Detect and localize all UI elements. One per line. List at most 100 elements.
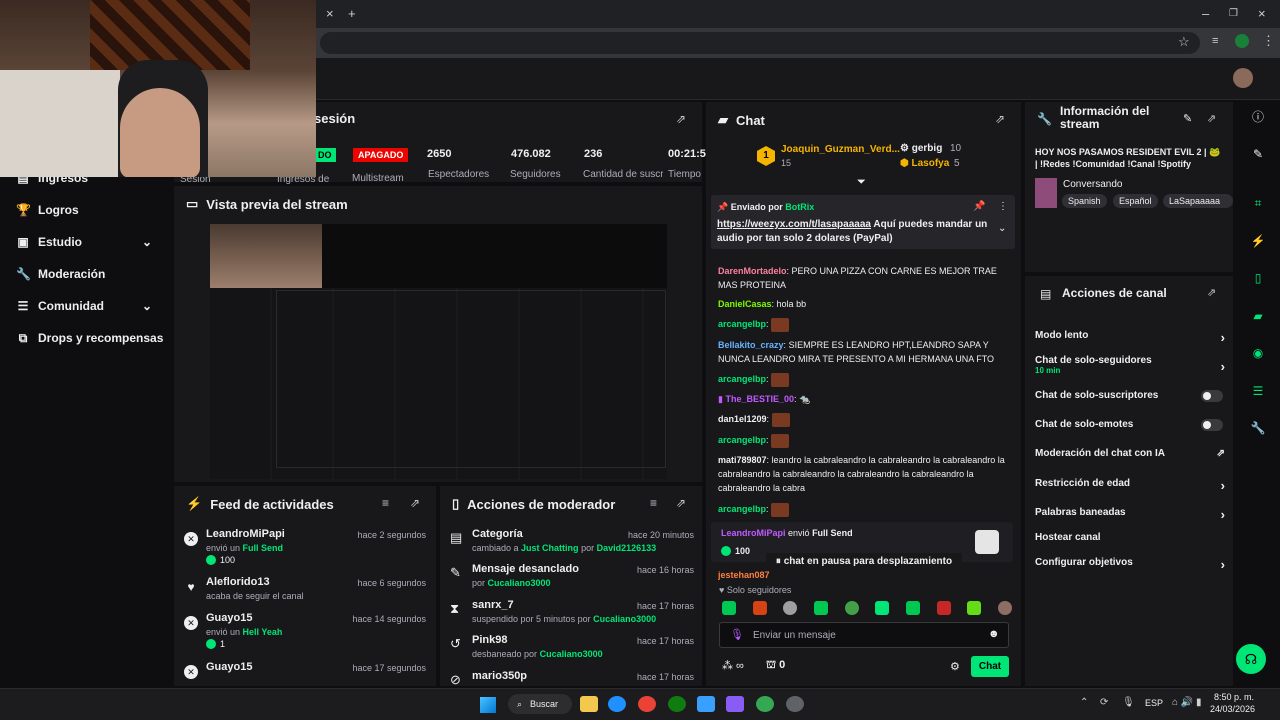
feed-item[interactable]: ✕ Guayo15 hace 17 segundos (184, 661, 426, 681)
app-icon[interactable] (786, 696, 804, 712)
close-window-button[interactable]: × (1258, 6, 1266, 21)
mod-action-item[interactable]: ✎ Mensaje desanclado por Cucaliano3000 h… (450, 563, 694, 597)
popout-icon[interactable]: ⇗ (995, 112, 1005, 126)
sidebar-item-moderacion[interactable]: 🔧 Moderación (16, 263, 105, 285)
chat-message[interactable]: DanielCasas: hola bb (718, 297, 1014, 311)
tag-chip[interactable]: Español (1113, 194, 1158, 208)
chat-message[interactable]: Bellakito_crazy: SIEMPRE ES LEANDRO HPT,… (718, 338, 1014, 366)
filter-icon[interactable]: ≡ (650, 496, 657, 510)
gifter-2-name[interactable]: ⚙ gerbig (900, 143, 942, 154)
top-gifter-name[interactable]: Joaquin_Guzman_Verd... (781, 144, 900, 155)
list-icon[interactable]: ☰ (1247, 380, 1269, 402)
chat-message[interactable]: DarenMortadelo: PERO UNA PIZZA CON CARNE… (718, 264, 1014, 292)
mod-action-item[interactable]: ▤ Categoría cambiado a Just Chatting por… (450, 528, 694, 562)
emotes-only-toggle[interactable] (1201, 419, 1223, 431)
expand-icon[interactable]: ⌄ (998, 223, 1006, 234)
tray-chevron-icon[interactable]: ⌃ (1080, 697, 1088, 708)
xbox-icon[interactable] (668, 696, 686, 712)
user-avatar[interactable] (1233, 68, 1253, 88)
chrome-active-icon[interactable] (756, 696, 774, 712)
chat-message[interactable]: dan1el1209: (718, 412, 1014, 427)
goals-row[interactable]: Configurar objetivos › (1035, 557, 1225, 573)
age-restriction-row[interactable]: Restricción de edad › (1035, 478, 1225, 494)
stream-preview-video[interactable] (210, 224, 667, 479)
slow-mode-row[interactable]: Modo lento › (1035, 330, 1225, 346)
chat-input[interactable]: 🎙 Enviar un mensaje ☻ (719, 622, 1009, 648)
popout-icon[interactable]: ⇗ (676, 112, 686, 126)
pencil-icon[interactable]: ✎ (1247, 143, 1269, 165)
bookmark-star-icon[interactable]: ☆ (1178, 34, 1190, 50)
infinity-icon[interactable]: ⁂ ∞ (722, 659, 744, 672)
emote-icon[interactable] (997, 601, 1012, 615)
settings-gear-icon[interactable]: ⚙ (950, 660, 960, 673)
url-input[interactable] (320, 32, 1200, 54)
chrome-icon[interactable] (638, 696, 656, 712)
collapse-icon[interactable]: ⏷ (857, 176, 866, 189)
popout-icon[interactable]: ⇗ (1207, 112, 1216, 125)
sync-icon[interactable]: ⟳ (1100, 697, 1108, 708)
microphone-icon[interactable]: 🎙 (1122, 697, 1135, 708)
copilot-icon[interactable] (726, 696, 744, 712)
gift-username[interactable]: LeandroMiPapi (721, 528, 786, 538)
document-icon[interactable]: ▯ (1247, 267, 1269, 289)
sidebar-item-estudio[interactable]: ▣ Estudio ⌄ (16, 231, 156, 253)
points-display[interactable]: ⛫ 0 (766, 659, 785, 673)
edge-icon[interactable] (608, 696, 626, 712)
restore-button[interactable]: ❐ (1229, 8, 1238, 19)
mod-action-item[interactable]: ↺ Pink98 desbaneado por Cucaliano3000 ha… (450, 634, 694, 668)
emote-icon[interactable] (752, 601, 767, 615)
popout-icon[interactable]: ⇗ (676, 496, 686, 510)
pinned-message[interactable]: 📌 Enviado por BotRix 📌 ⋮ ⌄ https://weezy… (711, 195, 1015, 249)
pin-icon[interactable]: 📌 (973, 201, 985, 212)
support-headset-icon[interactable]: ☊ (1236, 644, 1266, 674)
emote-icon[interactable] (844, 601, 859, 615)
feed-item[interactable]: ✕ LeandroMiPapi envió un Full Send 100 h… (184, 528, 426, 568)
sidebar-item-logros[interactable]: 🏆 Logros (16, 199, 79, 221)
followers-only-row[interactable]: Chat de solo-seguidores 10 min › (1035, 355, 1225, 379)
chat-message[interactable]: arcangelbp: (718, 317, 1014, 332)
chat-message[interactable]: mati789807: leandro la cabraleandro la c… (718, 453, 1014, 495)
emoji-icon[interactable]: ☻ (988, 628, 1000, 640)
browser-menu-icon[interactable]: ⋮ (1262, 33, 1275, 49)
clock-time[interactable]: 8:50 p. m. (1214, 692, 1254, 702)
photos-icon[interactable] (697, 696, 715, 712)
network-icon[interactable]: ⌂ 🔊 ▮ (1172, 697, 1202, 708)
edit-pencil-icon[interactable]: ✎ (1183, 112, 1192, 125)
info-icon[interactable]: ⓘ (1247, 106, 1269, 128)
language-indicator[interactable]: ESP (1145, 698, 1163, 708)
bolt-icon[interactable]: ⚡ (1247, 230, 1269, 252)
emote-icon[interactable] (722, 601, 736, 615)
subs-only-toggle[interactable] (1201, 390, 1223, 402)
tag-chip[interactable]: LaSapaaaaa (1163, 194, 1233, 208)
category-name[interactable]: Conversando (1063, 179, 1122, 190)
emote-icon[interactable] (875, 601, 890, 615)
popout-icon[interactable]: ⇗ (410, 496, 420, 510)
feed-item[interactable]: ✕ Guayo15 envió un Hell Yeah 1 hace 14 s… (184, 612, 426, 652)
emote-icon[interactable] (936, 601, 951, 615)
banned-words-row[interactable]: Palabras baneadas › (1035, 507, 1225, 523)
windows-start-icon[interactable] (480, 697, 496, 713)
close-tab-icon[interactable]: × (326, 6, 334, 21)
gifter-3-name[interactable]: ⬢ Lasofya (900, 158, 949, 169)
send-chat-button[interactable]: Chat (971, 656, 1009, 677)
chat-message[interactable]: arcangelbp: (718, 372, 1014, 387)
category-thumbnail[interactable] (1035, 178, 1057, 208)
chat-message[interactable]: arcangelbp: (718, 433, 1014, 448)
emote-icon[interactable] (813, 601, 828, 615)
feed-item[interactable]: ♥ Aleflorido13 acaba de seguir el canal … (184, 576, 426, 616)
chat-message[interactable]: arcangelbp: (718, 502, 1014, 517)
more-icon[interactable]: ⋮ (998, 201, 1008, 212)
wrench-icon[interactable]: 🔧 (1247, 417, 1269, 439)
emote-icon[interactable] (905, 601, 920, 615)
sidebar-item-comunidad[interactable]: ☰ Comunidad ⌄ (16, 295, 156, 317)
popout-icon[interactable]: ⇗ (1207, 286, 1216, 299)
sidebar-item-drops[interactable]: ⧉ Drops y recompensas (16, 327, 164, 349)
host-channel-row[interactable]: Hostear canal (1035, 532, 1225, 548)
chat-paused-banner[interactable]: ⏸ chat en pausa para desplazamiento (766, 553, 962, 571)
mod-action-item[interactable]: ⊘ mario350p hace 17 horas (450, 670, 694, 686)
clock-date[interactable]: 24/03/2026 (1210, 704, 1255, 714)
tag-chip[interactable]: Spanish (1062, 194, 1107, 208)
broadcast-icon[interactable]: ◉ (1247, 342, 1269, 364)
scan-icon[interactable]: ⌗ (1247, 192, 1269, 214)
filter-icon[interactable]: ≡ (382, 496, 389, 510)
